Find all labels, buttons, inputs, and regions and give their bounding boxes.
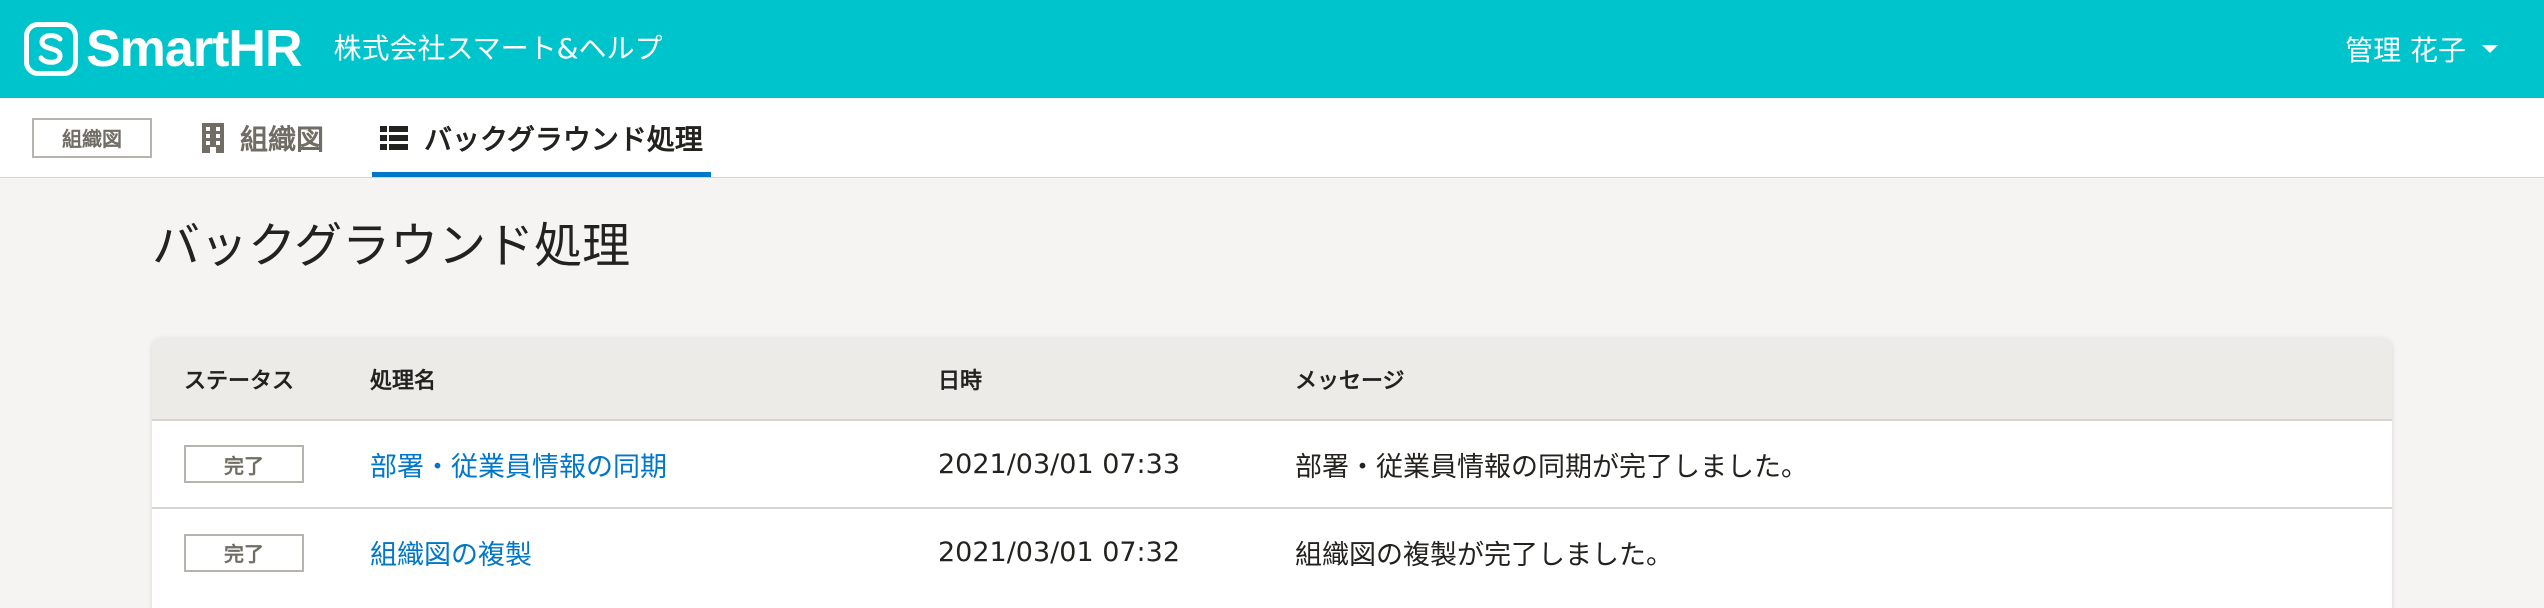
caret-down-icon: [2480, 43, 2500, 55]
header-status: ステータス: [184, 368, 295, 394]
smarthr-logo-icon: [24, 22, 78, 76]
name-cell: 部署・従業員情報の同期: [338, 420, 906, 508]
page-title: バックグラウンド処理: [152, 218, 631, 274]
background-jobs-table-card: ステータス 処理名 日時 メッセージ 完了 部署・従業員情報の同期 2021/0…: [152, 338, 2392, 608]
tab-background-jobs[interactable]: バックグラウンド処理: [372, 98, 711, 177]
table-row: 完了 組織図の複製 2021/03/01 07:32 組織図の複製が完了しました…: [152, 508, 2392, 596]
user-menu[interactable]: 管理 花子: [2345, 0, 2500, 98]
tab-org-chart[interactable]: 組織図: [194, 98, 332, 177]
tab-background-jobs-label: バックグラウンド処理: [424, 122, 703, 156]
app-badge: 組織図: [32, 117, 152, 158]
tab-org-chart-label: 組織図: [240, 122, 325, 156]
user-name: 管理 花子: [2345, 34, 2466, 67]
logo-text: SmartHR: [86, 20, 302, 78]
status-badge: 完了: [184, 533, 304, 572]
list-icon: [380, 125, 409, 150]
header-datetime: 日時: [938, 368, 983, 394]
datetime-cell: 2021/03/01 07:32: [938, 537, 1181, 568]
background-jobs-table: ステータス 処理名 日時 メッセージ 完了 部署・従業員情報の同期 2021/0…: [152, 338, 2392, 596]
job-name-link[interactable]: 部署・従業員情報の同期: [370, 452, 667, 483]
datetime-cell: 2021/03/01 07:33: [938, 448, 1181, 480]
company-name: 株式会社スマート&ヘルプ: [333, 32, 663, 65]
header-message: メッセージ: [1295, 368, 1405, 394]
status-badge: 完了: [184, 445, 304, 483]
status-cell: 完了: [152, 508, 338, 596]
message-cell: 組織図の複製が完了しました。: [1295, 540, 1673, 571]
message-cell: 部署・従業員情報の同期が完了しました。: [1295, 451, 1808, 483]
smarthr-logo[interactable]: SmartHR: [24, 22, 302, 76]
header-name: 処理名: [370, 368, 437, 394]
job-name-link[interactable]: 組織図の複製: [370, 540, 532, 571]
table-header-row: ステータス 処理名 日時 メッセージ: [152, 338, 2392, 420]
sub-navigation: 組織図 組織図 バックグラウンド処理: [0, 98, 2544, 178]
app-header: SmartHR 株式会社スマート&ヘルプ 管理 花子: [0, 0, 2544, 98]
name-cell: 組織図の複製: [338, 508, 906, 596]
table-row: 完了 部署・従業員情報の同期 2021/03/01 07:33 部署・従業員情報…: [152, 420, 2392, 508]
building-icon: [202, 122, 224, 153]
status-cell: 完了: [152, 420, 338, 508]
